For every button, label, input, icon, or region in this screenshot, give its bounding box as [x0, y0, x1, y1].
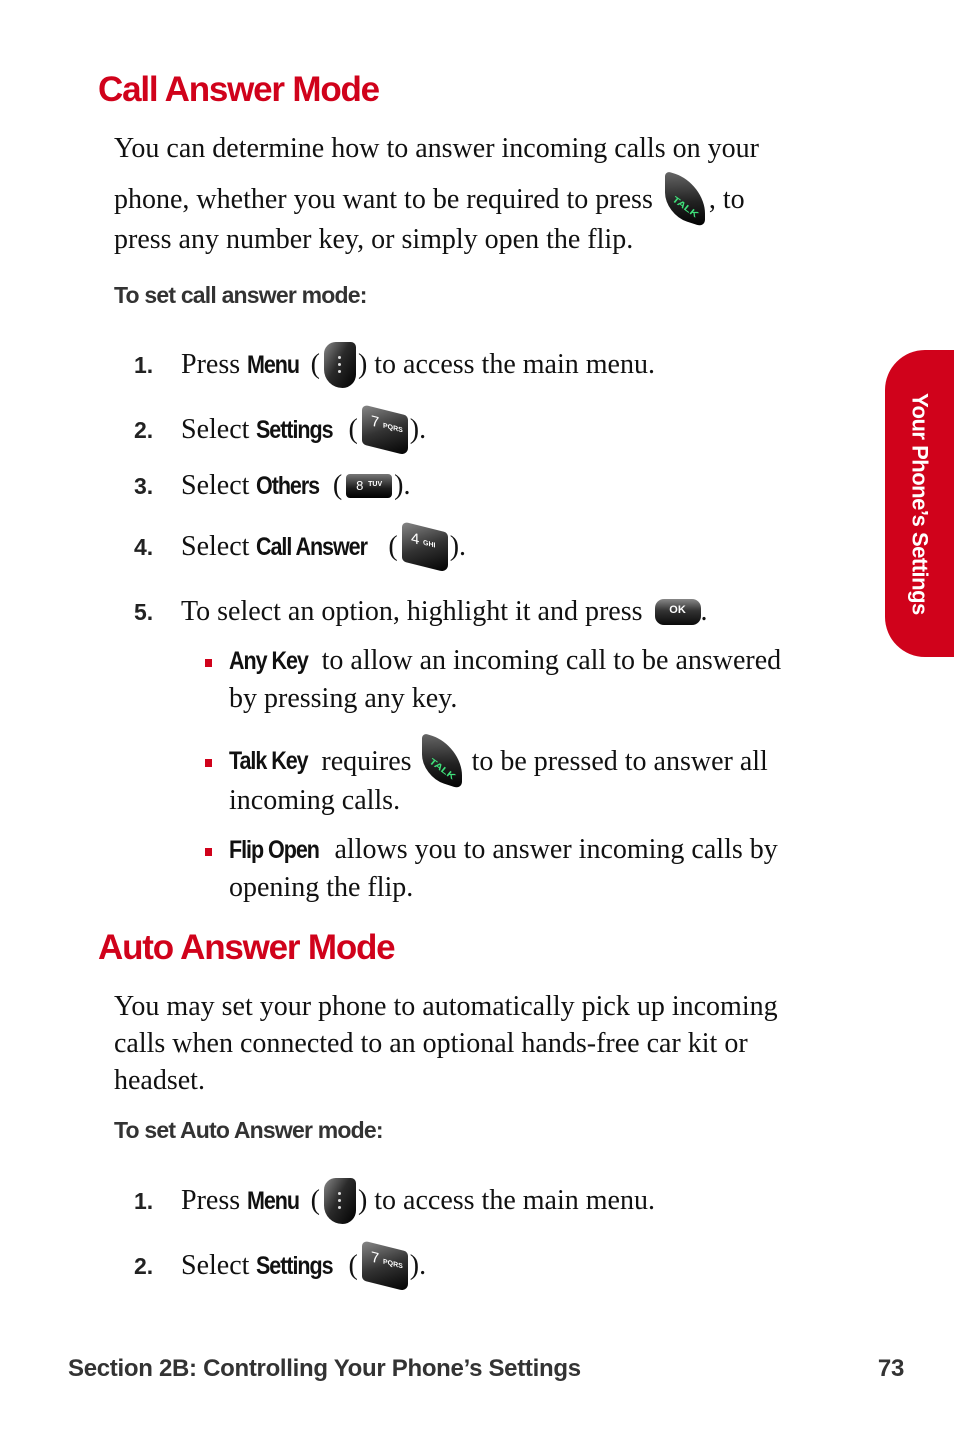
auto-step-2: 2. Select Settings ( 7 PQRS ). [134, 1240, 427, 1292]
step-number: 5. [134, 598, 154, 625]
step-4: 4. Select Call Answer ( 4 GHI ). [134, 521, 467, 573]
key-digit: 8 [356, 478, 364, 493]
intro-line: headset. [114, 1065, 205, 1096]
key-7-pqrs-icon: 7 PQRS [361, 1240, 408, 1292]
option-desc: by pressing any key. [229, 683, 458, 714]
option-talk-key: Talk Key requires TALK to be pressed to … [205, 732, 865, 819]
step-text: To select an option, highlight it and pr… [181, 596, 643, 627]
step-2: 2. Select Settings ( 7 PQRS ). [134, 404, 427, 456]
option-desc: to be pressed to answer all [471, 745, 768, 777]
auto-answer-subheading: To set Auto Answer mode: [114, 1117, 384, 1143]
key-digit: 4 [410, 529, 420, 549]
intro-line: press any number key, or simply open the… [114, 224, 634, 255]
key-letters: PQRS [382, 1258, 403, 1271]
menu-key-icon [323, 342, 356, 388]
settings-label: Settings [256, 415, 334, 444]
option-label: Talk Key [229, 746, 309, 775]
step-text: ) to access the main menu. [357, 1185, 655, 1216]
ok-key-icon: OK [654, 599, 701, 625]
step-5: 5. To select an option, highlight it and… [134, 592, 708, 632]
key-letters: TUV [368, 481, 383, 488]
auto-step-1: 1. Press Menu ( ) to access the main men… [134, 1178, 655, 1224]
call-answer-label: Call Answer [256, 532, 368, 561]
chapter-side-tab: Your Phone’s Settings [885, 350, 954, 657]
menu-key-icon [323, 1178, 356, 1224]
intro-line: phone, whether you want to be required t… [114, 170, 874, 228]
intro-line: You may set your phone to automatically … [114, 991, 778, 1022]
step-text: Select [181, 1250, 250, 1281]
intro-text: phone, whether you want to be required t… [114, 183, 653, 215]
call-answer-subheading: To set call answer mode: [114, 282, 367, 308]
option-text: Talk Key requires TALK to be pressed to … [229, 732, 865, 819]
option-desc: to allow an incoming call to be answered [321, 645, 782, 676]
option-desc: opening the flip. [229, 872, 414, 903]
step-number: 2. [134, 416, 154, 443]
bullet-marker [205, 848, 212, 856]
step-text: ). [449, 531, 467, 562]
key-4-ghi-icon: 4 GHI [401, 521, 448, 573]
key-letters: GHI [422, 539, 436, 550]
step-text: Select [181, 414, 250, 445]
intro-line: You can determine how to answer incoming… [114, 133, 759, 164]
step-number: 2. [134, 1252, 154, 1279]
step-number: 3. [134, 472, 154, 499]
section-title-call-answer-mode: Call Answer Mode [98, 70, 380, 109]
option-desc: allows you to answer incoming calls by [334, 834, 778, 865]
intro-text: , to [708, 183, 745, 215]
menu-label: Menu [247, 350, 300, 379]
bullet-marker [205, 659, 212, 667]
key-8-tuv-icon: 8 TUV [346, 474, 393, 498]
key-letters: PQRS [382, 422, 403, 435]
key-digit: 7 [370, 412, 380, 432]
step-text: ). [409, 1250, 427, 1281]
menu-label: Menu [247, 1186, 300, 1215]
step-text: ) to access the main menu. [357, 349, 655, 380]
settings-label: Settings [256, 1251, 334, 1280]
step-text: Select [181, 531, 250, 562]
step-number: 1. [134, 1187, 154, 1214]
option-desc: incoming calls. [229, 785, 401, 816]
step-text: Press [181, 1185, 241, 1216]
key-digit: 7 [370, 1248, 380, 1268]
option-flip-open: Flip Open allows you to answer incoming … [205, 831, 865, 906]
option-any-key: Any Key to allow an incoming call to be … [205, 642, 865, 717]
option-text: Flip Open allows you to answer incoming … [229, 831, 865, 906]
step-text: ). [409, 414, 427, 445]
step-text: Press [181, 349, 241, 380]
call-answer-intro: You can determine how to answer incoming… [114, 130, 874, 258]
page-footer: Section 2B: Controlling Your Phone’s Set… [68, 1355, 904, 1383]
talk-key-icon: TALK [421, 732, 462, 790]
step-number: 1. [134, 351, 154, 378]
section-title-auto-answer-mode: Auto Answer Mode [98, 928, 396, 967]
step-1: 1. Press Menu ( ) to access the main men… [134, 342, 655, 388]
talk-key-label: TALK [427, 756, 456, 783]
intro-line: calls when connected to an optional hand… [114, 1028, 748, 1059]
step-number: 4. [134, 533, 154, 560]
key-7-pqrs-icon: 7 PQRS [361, 404, 408, 456]
side-tab-label: Your Phone’s Settings [907, 392, 933, 615]
option-label: Flip Open [229, 836, 320, 864]
bullet-marker [205, 759, 212, 767]
option-label: Any Key [229, 647, 309, 675]
talk-key-icon: TALK [664, 170, 705, 228]
auto-answer-intro: You may set your phone to automatically … [114, 988, 874, 1099]
step-text: . [700, 596, 708, 627]
step-3: 3. Select Others ( 8 TUV ). [134, 470, 411, 501]
footer-section-title: Section 2B: Controlling Your Phone’s Set… [68, 1355, 581, 1382]
option-desc: requires [321, 745, 412, 777]
step-text: Select [181, 470, 250, 501]
option-text: Any Key to allow an incoming call to be … [229, 642, 865, 717]
others-label: Others [256, 471, 320, 500]
page-number: 73 [877, 1355, 904, 1382]
step-text: ). [394, 470, 411, 501]
